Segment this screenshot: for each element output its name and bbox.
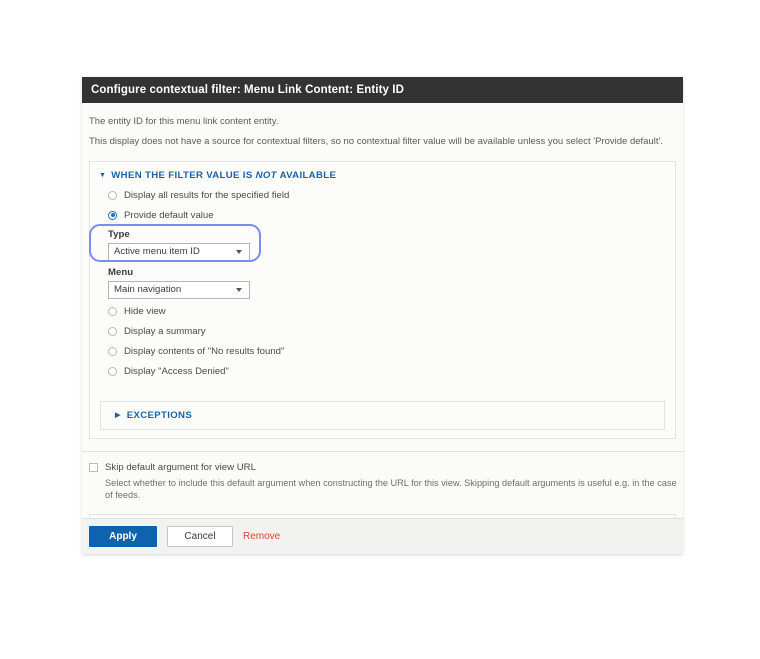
radio-label: Display all results for the specified fi… <box>124 189 290 201</box>
exceptions-label: EXCEPTIONS <box>126 409 193 421</box>
radio-icon[interactable] <box>108 366 117 376</box>
cancel-button[interactable]: Cancel <box>167 526 233 547</box>
radio-icon[interactable] <box>108 326 117 336</box>
screenshot-canvas: Configure contextual filter: Menu Link C… <box>0 0 760 659</box>
description-line-1: The entity ID for this menu link content… <box>89 116 279 127</box>
skip-default-argument-label: Skip default argument for view URL <box>105 461 256 473</box>
legend-suffix: AVAILABLE <box>276 169 337 181</box>
legend-label: WHEN THE FILTER VALUE IS NOT AVAILABLE <box>111 170 336 181</box>
section-divider <box>82 450 683 452</box>
modal-header: Configure contextual filter: Menu Link C… <box>82 77 683 103</box>
when-not-available-content: Display all results for the specified fi… <box>90 187 675 395</box>
caret-right-icon: ▶ <box>115 411 121 419</box>
skip-default-argument-row[interactable]: Skip default argument for view URL <box>89 462 683 473</box>
modal-body: The entity ID for this menu link content… <box>82 103 683 554</box>
caret-down-icon: ▼ <box>99 171 107 179</box>
menu-select-value: Main navigation <box>114 284 182 296</box>
radio-icon-selected[interactable] <box>108 210 117 220</box>
radio-display-no-results-found[interactable]: Display contents of "No results found" <box>108 345 665 358</box>
type-form-item: Type Active menu item ID <box>108 229 665 261</box>
skip-default-argument-description: Select whether to include this default a… <box>105 477 677 501</box>
type-select-value: Active menu item ID <box>114 246 200 258</box>
radio-icon[interactable] <box>108 190 117 200</box>
menu-label: Menu <box>108 266 134 278</box>
chevron-down-icon <box>236 287 242 292</box>
menu-form-item: Menu Main navigation <box>108 267 665 299</box>
radio-display-access-denied[interactable]: Display "Access Denied" <box>108 365 665 378</box>
radio-icon[interactable] <box>108 306 117 316</box>
radio-provide-default-value[interactable]: Provide default value <box>108 209 665 222</box>
when-not-available-legend[interactable]: ▼ WHEN THE FILTER VALUE IS NOT AVAILABLE <box>90 162 675 187</box>
modal-footer: Apply Cancel Remove <box>82 518 683 554</box>
radio-display-all-results[interactable]: Display all results for the specified fi… <box>108 189 665 202</box>
radio-label: Display contents of "No results found" <box>124 345 285 357</box>
apply-button[interactable]: Apply <box>89 526 157 547</box>
exceptions-summary[interactable]: ▶ EXCEPTIONS <box>115 410 664 421</box>
radio-hide-view[interactable]: Hide view <box>108 305 665 318</box>
radio-icon[interactable] <box>108 346 117 356</box>
modal-title: Configure contextual filter: Menu Link C… <box>91 84 404 96</box>
checkbox-icon[interactable] <box>89 462 98 472</box>
radio-label: Provide default value <box>124 209 214 221</box>
legend-italic: NOT <box>255 169 277 181</box>
radio-display-summary[interactable]: Display a summary <box>108 325 665 338</box>
type-select[interactable]: Active menu item ID <box>108 242 250 261</box>
configure-contextual-filter-modal: Configure contextual filter: Menu Link C… <box>82 77 683 554</box>
radio-label: Display a summary <box>124 325 206 337</box>
chevron-down-icon <box>236 249 242 254</box>
filter-description-block: The entity ID for this menu link content… <box>82 103 683 157</box>
description-line-2: This display does not have a source for … <box>89 135 663 147</box>
menu-select[interactable]: Main navigation <box>108 280 250 299</box>
legend-prefix: WHEN THE FILTER VALUE IS <box>111 169 256 181</box>
exceptions-details[interactable]: ▶ EXCEPTIONS <box>100 400 665 430</box>
type-label: Type <box>108 228 130 240</box>
when-not-available-fieldset: ▼ WHEN THE FILTER VALUE IS NOT AVAILABLE… <box>89 160 676 439</box>
radio-label: Display "Access Denied" <box>124 365 229 377</box>
radio-label: Hide view <box>124 305 166 317</box>
remove-button[interactable]: Remove <box>243 531 280 542</box>
